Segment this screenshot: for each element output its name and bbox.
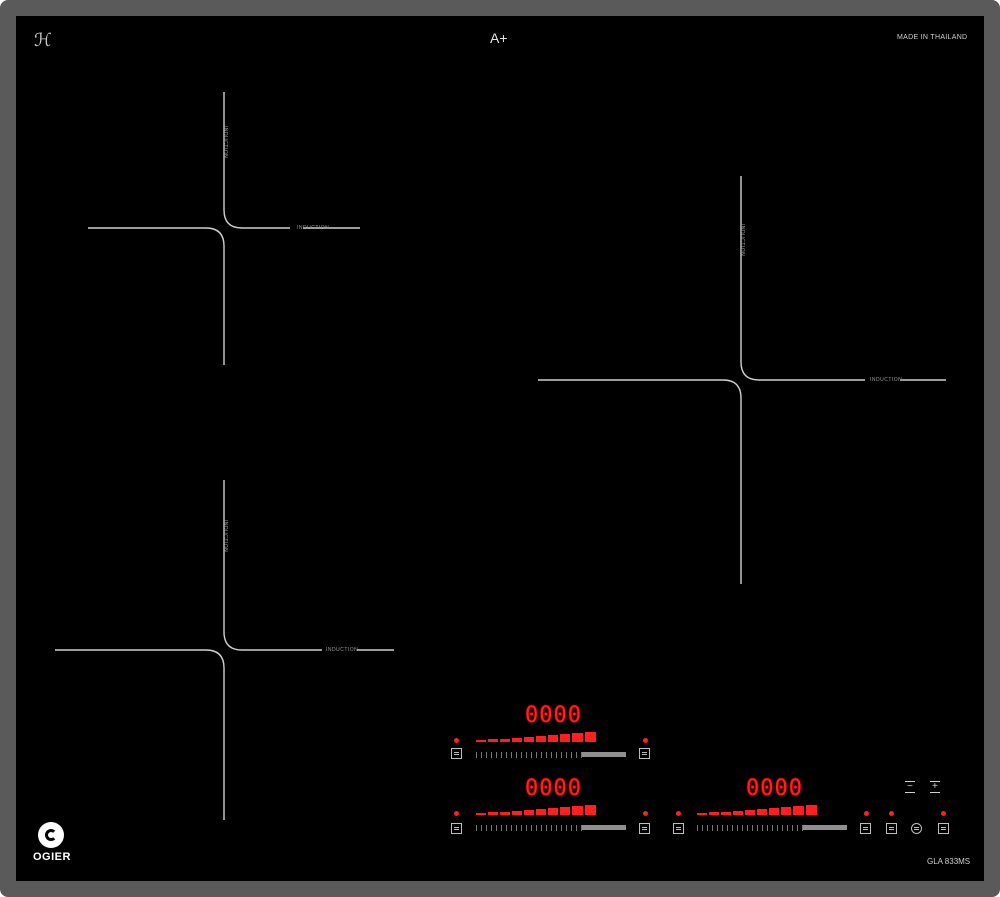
zone-2-boost-indicator (643, 811, 648, 816)
ogier-logo-icon (38, 822, 64, 848)
pause-indicator (941, 811, 946, 816)
boost-icon[interactable] (860, 823, 871, 834)
timer-display-3: 0000 (746, 776, 803, 801)
timer-icon[interactable] (673, 823, 684, 834)
power-slider-2[interactable] (476, 825, 582, 831)
power-slider-3-end[interactable] (803, 825, 847, 830)
power-level-bars-2 (476, 805, 596, 815)
zone-top-left-vertical-label: INDUCTION (222, 126, 228, 159)
keep-warm-indicator (889, 811, 894, 816)
timer-icon[interactable] (451, 823, 462, 834)
zone-1-indicator (454, 738, 459, 743)
model-label: GLA 833MS (927, 857, 971, 866)
zone-bottom-left-vertical-label: INDUCTION (222, 520, 228, 553)
zone-3-indicator (676, 811, 681, 816)
power-icon[interactable] (911, 823, 922, 834)
zone-right-label: INDUCTION (870, 377, 903, 383)
power-slider-3[interactable] (697, 825, 803, 831)
minus-button[interactable]: − (905, 781, 915, 793)
zone-top-left-label: INDUCTION (297, 225, 330, 231)
timer-display-1: 0000 (525, 703, 582, 728)
plus-button[interactable]: + (930, 781, 940, 793)
zone-2-indicator (454, 811, 459, 816)
boost-icon[interactable] (639, 748, 650, 759)
zone-top-left-marker (223, 92, 290, 229)
timer-display-2: 0000 (525, 776, 582, 801)
power-slider-2-end[interactable] (582, 825, 626, 830)
zone-3-boost-indicator (864, 811, 869, 816)
cooking-zone-markers (55, 92, 946, 820)
zone-bottom-left-label: INDUCTION (326, 647, 359, 653)
boost-icon[interactable] (639, 823, 650, 834)
zone-bottom-left-marker (223, 480, 322, 651)
timer-icon[interactable] (451, 748, 462, 759)
pause-icon[interactable] (938, 823, 949, 834)
power-slider-1[interactable] (476, 752, 582, 758)
keep-warm-icon[interactable] (886, 823, 897, 834)
power-level-bars-3 (697, 805, 817, 815)
zone-1-boost-indicator (643, 738, 648, 743)
zone-right-vertical-label: INDUCTION (739, 224, 745, 257)
power-level-bars-1 (476, 732, 596, 742)
zone-right-marker (740, 176, 865, 381)
power-slider-1-end[interactable] (582, 752, 626, 757)
logo-text: OGIER (33, 851, 71, 863)
